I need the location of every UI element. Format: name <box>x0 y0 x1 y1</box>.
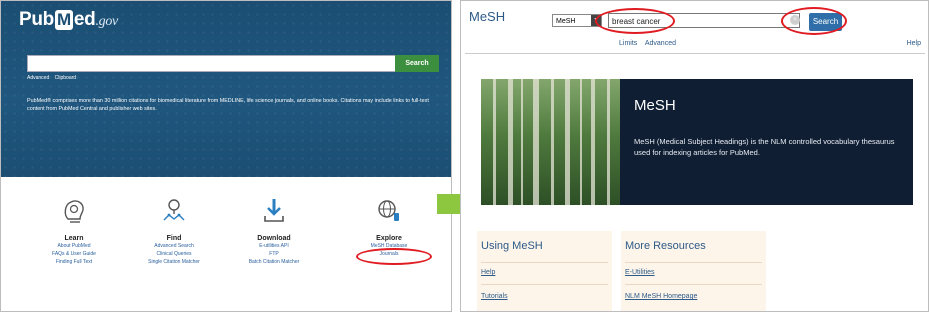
pubmed-panel: Pub Med.gov Search Advanced Clipboard Pub… <box>0 0 452 312</box>
lightbulb-head-icon <box>61 197 87 225</box>
learn-heading: Learn <box>64 235 84 242</box>
mesh-database-highlight <box>356 248 432 265</box>
download-column: Download E-utilities API FTP Batch Citat… <box>229 197 319 266</box>
more-resources-heading: More Resources <box>625 240 706 252</box>
help-tutorial-link[interactable]: Help <box>481 269 495 276</box>
limits-link[interactable]: Limits <box>619 40 637 47</box>
advanced-link[interactable]: Advanced <box>645 40 676 47</box>
ftp-link[interactable]: FTP <box>229 250 319 258</box>
clipboard-link[interactable]: Clipboard <box>55 75 76 81</box>
about-pubmed-link[interactable]: About PubMed <box>29 242 119 250</box>
eutilities-link[interactable]: E-Utilities <box>625 269 655 276</box>
eutilities-api-link[interactable]: E-utilities API <box>229 242 319 250</box>
pubmed-search-input[interactable] <box>27 55 397 72</box>
tutorials-link[interactable]: Tutorials <box>481 293 508 300</box>
pubmed-hero: Pub Med.gov Search Advanced Clipboard Pub… <box>1 1 451 177</box>
search-button-highlight <box>781 7 847 35</box>
advanced-link[interactable]: Advanced <box>27 75 49 81</box>
pubmed-search-button[interactable]: Search <box>395 55 439 72</box>
download-icon <box>261 197 287 225</box>
advanced-search-link[interactable]: Advanced Search <box>129 242 219 250</box>
forest-image <box>481 79 620 205</box>
find-column: Find Advanced Search Clinical Queries Si… <box>129 197 219 266</box>
clinical-queries-link[interactable]: Clinical Queries <box>129 250 219 258</box>
globe-icon <box>376 197 402 225</box>
using-mesh-heading: Using MeSH <box>481 240 543 252</box>
batch-citation-matcher-link[interactable]: Batch Citation Matcher <box>229 258 319 266</box>
pubmed-description: PubMed® comprises more than 30 million c… <box>27 98 429 112</box>
using-mesh-box: Using MeSH Help Tutorials <box>477 231 612 311</box>
find-heading: Find <box>166 235 182 242</box>
more-resources-box: More Resources E-Utilities NLM MeSH Home… <box>621 231 766 311</box>
finding-full-text-link[interactable]: Finding Full Text <box>29 258 119 266</box>
mesh-banner: MeSH MeSH (Medical Subject Headings) is … <box>481 79 913 205</box>
pubmed-sublinks: Advanced Clipboard <box>27 75 80 81</box>
banner-description: MeSH (Medical Subject Headings) is the N… <box>634 137 895 157</box>
pubmed-logo[interactable]: Pub Med.gov <box>19 9 118 31</box>
nlm-mesh-homepage-link[interactable]: NLM MeSH Homepage <box>625 293 697 300</box>
learn-column: Learn About PubMed FAQs & User Guide Fin… <box>29 197 119 266</box>
search-network-icon <box>161 197 187 225</box>
single-citation-matcher-link[interactable]: Single Citation Matcher <box>129 258 219 266</box>
mesh-panel: MeSH MeSH ▼ breast cancer × Search Limits… <box>460 0 929 312</box>
help-link[interactable]: Help <box>907 40 921 47</box>
faqs-link[interactable]: FAQs & User Guide <box>29 250 119 258</box>
download-heading: Download <box>257 235 291 242</box>
explore-heading: Explore <box>376 235 402 242</box>
mesh-header-title: MeSH <box>469 9 506 24</box>
banner-title: MeSH <box>634 97 676 114</box>
divider <box>465 53 925 54</box>
mesh-header: MeSH MeSH ▼ breast cancer × Search Limits… <box>461 1 928 53</box>
search-term-highlight <box>595 8 675 34</box>
